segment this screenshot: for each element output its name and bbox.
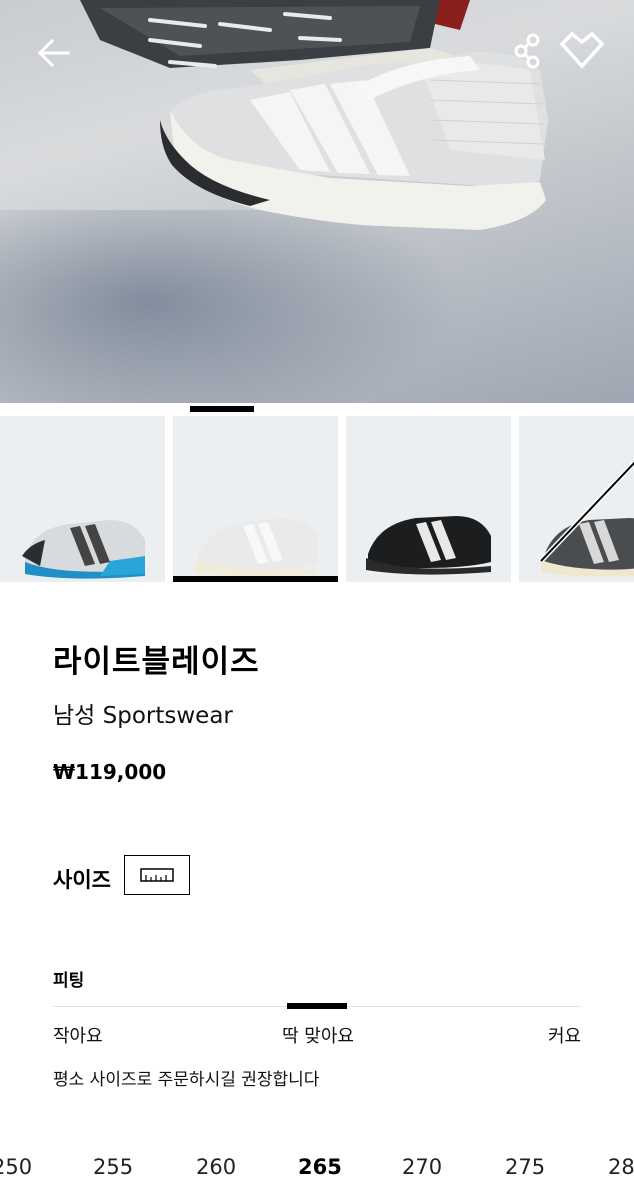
share-button[interactable] bbox=[506, 28, 550, 74]
carousel-indicator bbox=[190, 406, 254, 412]
shoe-thumbnail-image bbox=[195, 518, 318, 577]
size-option-275[interactable]: 275 bbox=[505, 1155, 545, 1179]
thumbnail-colorway-1[interactable] bbox=[0, 416, 165, 582]
shoe-thumbnail-image bbox=[539, 459, 634, 577]
thumbnail-colorway-2[interactable] bbox=[173, 416, 338, 582]
back-button[interactable] bbox=[30, 30, 76, 76]
size-option-260[interactable]: 260 bbox=[196, 1155, 236, 1179]
thumbnail-colorway-4[interactable] bbox=[519, 416, 634, 582]
product-category: 남성 Sportswear bbox=[53, 703, 233, 729]
fit-label-true-to-size: 딱 맞아요 bbox=[282, 1026, 354, 1047]
size-guide-button[interactable] bbox=[124, 855, 190, 895]
product-hero-image bbox=[0, 0, 634, 403]
colorway-thumbnails bbox=[0, 416, 634, 582]
size-option-255[interactable]: 255 bbox=[93, 1155, 133, 1179]
arrow-left-icon bbox=[37, 38, 70, 68]
fit-section-label: 피팅 bbox=[53, 971, 85, 991]
product-price: ₩119,000 bbox=[53, 760, 167, 784]
fit-scale-marker bbox=[287, 1003, 347, 1009]
size-option-250[interactable]: 250 bbox=[0, 1155, 32, 1179]
size-section-label: 사이즈 bbox=[53, 868, 111, 892]
fit-recommendation: 평소 사이즈로 주문하시길 권장합니다 bbox=[53, 1070, 320, 1090]
share-icon bbox=[514, 33, 540, 69]
product-title: 라이트블레이즈 bbox=[53, 644, 260, 680]
fit-label-large: 커요 bbox=[548, 1026, 582, 1047]
wishlist-button[interactable] bbox=[556, 28, 608, 74]
diamond-heart-icon bbox=[559, 32, 605, 69]
shoe-thumbnail-image bbox=[22, 520, 145, 579]
shoe-thumbnail-image bbox=[366, 516, 491, 575]
size-option-270[interactable]: 270 bbox=[402, 1155, 442, 1179]
size-option-265[interactable]: 265 bbox=[298, 1155, 342, 1179]
size-option-280[interactable]: 280 bbox=[608, 1155, 634, 1179]
fit-label-small: 작아요 bbox=[53, 1026, 103, 1047]
ruler-icon bbox=[140, 868, 174, 882]
thumbnail-colorway-3[interactable] bbox=[346, 416, 511, 582]
size-selector: 250 255 260 265 270 275 280 bbox=[0, 1155, 634, 1189]
